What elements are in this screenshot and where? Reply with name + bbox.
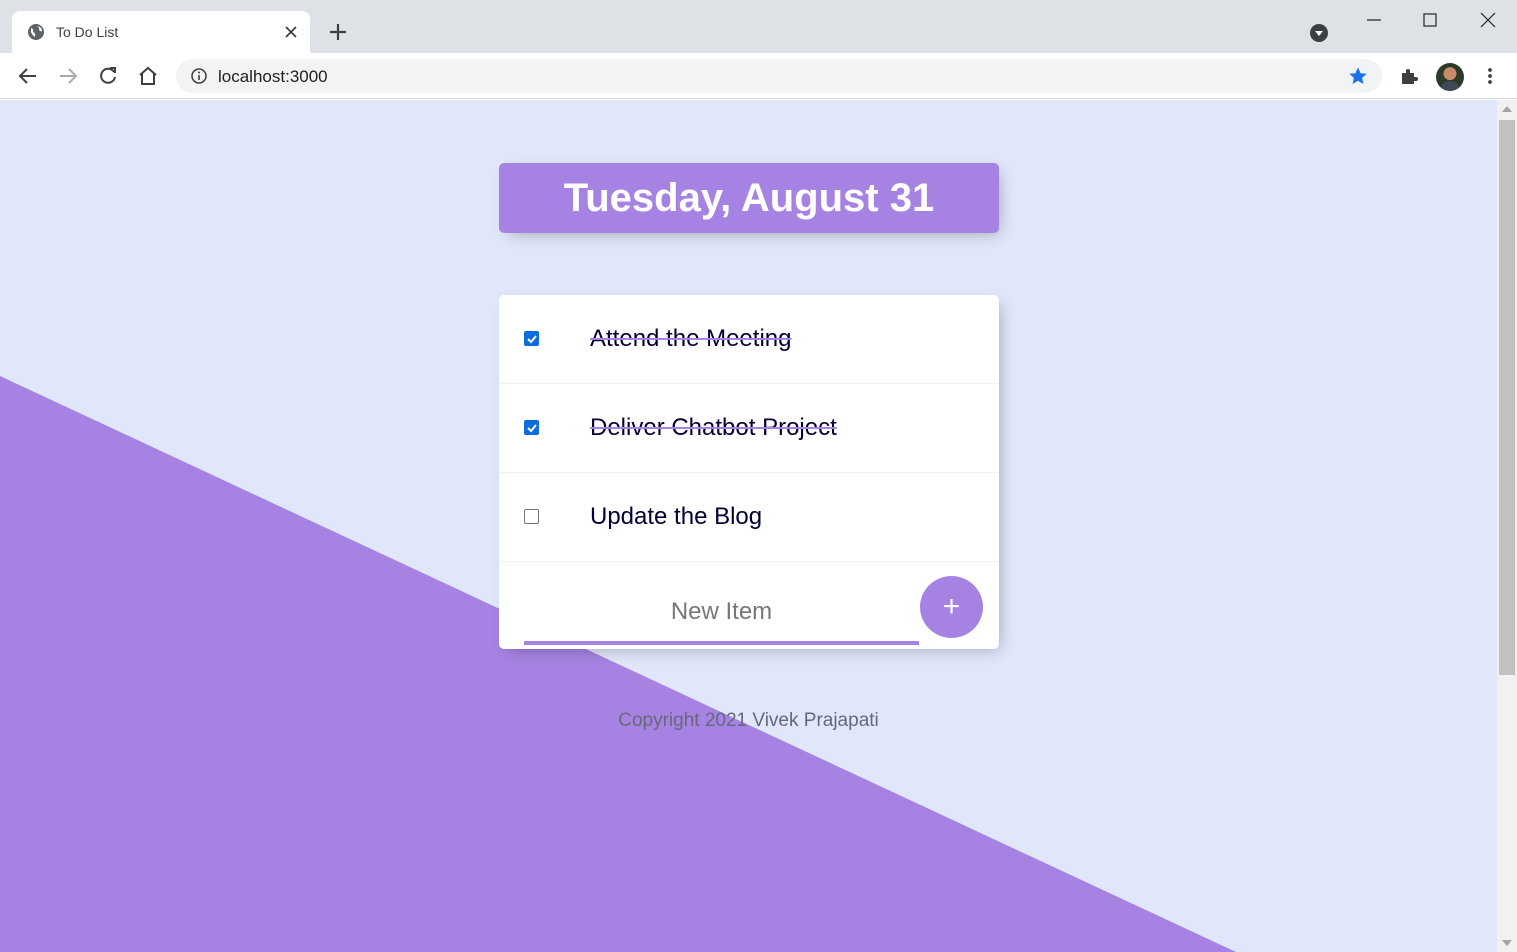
back-icon[interactable] xyxy=(17,65,39,87)
reload-icon[interactable] xyxy=(97,65,119,87)
window-close-icon[interactable] xyxy=(1478,10,1498,30)
browser-toolbar: localhost:3000 xyxy=(0,53,1517,99)
globe-icon xyxy=(28,24,44,40)
new-item-form: + xyxy=(499,562,999,649)
date-heading-box: Tuesday, August 31 xyxy=(499,163,999,233)
todo-item-label: Deliver Chatbot Project xyxy=(590,414,837,441)
home-icon[interactable] xyxy=(137,65,159,87)
browser-tab-strip: To Do List xyxy=(0,0,1517,53)
scroll-thumb[interactable] xyxy=(1499,120,1515,675)
scroll-down-arrow-icon[interactable] xyxy=(1502,940,1512,946)
todo-list-card: Attend the Meeting Deliver Chatbot Proje… xyxy=(499,295,999,649)
todo-checkbox[interactable] xyxy=(524,331,539,346)
tab-title: To Do List xyxy=(56,24,119,40)
checkmark-icon xyxy=(527,335,537,344)
info-icon[interactable] xyxy=(190,67,208,85)
forward-icon[interactable] xyxy=(57,65,79,87)
url-text[interactable]: localhost:3000 xyxy=(218,67,328,87)
bookmark-star-icon[interactable] xyxy=(1348,66,1368,86)
close-tab-icon[interactable] xyxy=(282,23,300,41)
todo-item: Update the Blog xyxy=(499,473,999,562)
page-viewport: Tuesday, August 31 Attend the Meeting De… xyxy=(0,100,1497,952)
browser-menu-icon[interactable] xyxy=(1480,66,1500,86)
todo-item: Deliver Chatbot Project xyxy=(499,384,999,473)
page-scrollbar[interactable] xyxy=(1497,100,1517,952)
browser-tab[interactable]: To Do List xyxy=(12,11,310,53)
extensions-icon[interactable] xyxy=(1399,66,1419,86)
todo-checkbox[interactable] xyxy=(524,509,539,524)
address-bar[interactable]: localhost:3000 xyxy=(176,59,1382,93)
checkmark-icon xyxy=(527,424,537,433)
new-item-input[interactable] xyxy=(524,582,919,645)
profile-avatar[interactable] xyxy=(1436,63,1464,91)
scroll-up-arrow-icon[interactable] xyxy=(1502,106,1512,112)
new-tab-icon[interactable] xyxy=(327,21,349,43)
add-item-button[interactable]: + xyxy=(920,576,983,638)
maximize-icon[interactable] xyxy=(1420,10,1440,30)
todo-item-label: Update the Blog xyxy=(590,503,763,530)
tab-search-icon[interactable] xyxy=(1309,23,1329,43)
copyright-footer: Copyright 2021 Vivek Prajapati xyxy=(618,710,879,731)
todo-item-label: Attend the Meeting xyxy=(590,325,792,352)
todo-checkbox[interactable] xyxy=(524,420,539,435)
todo-item: Attend the Meeting xyxy=(499,295,999,384)
page-title: Tuesday, August 31 xyxy=(563,175,935,220)
minimize-icon[interactable] xyxy=(1364,10,1384,30)
